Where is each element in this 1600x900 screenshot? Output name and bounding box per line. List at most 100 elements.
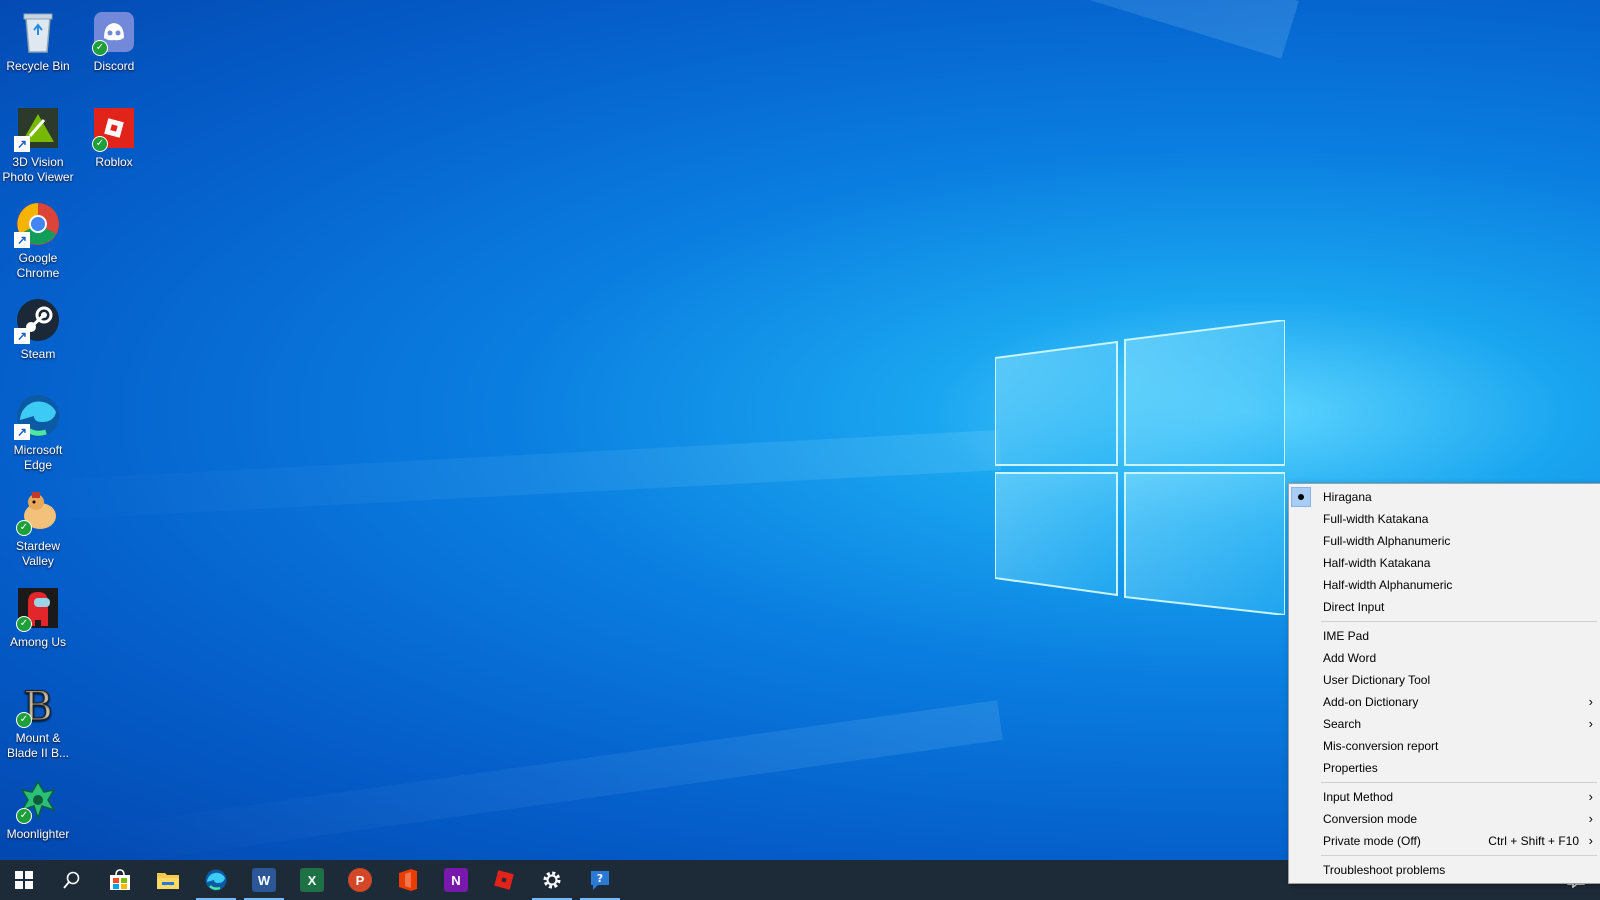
- menu-item-label: Input Method: [1323, 790, 1394, 804]
- desktop-icon-roblox[interactable]: ✓ Roblox: [76, 104, 152, 170]
- menu-item-label: Hiragana: [1323, 490, 1372, 504]
- menu-separator: [1321, 782, 1597, 783]
- menu-item-label: User Dictionary Tool: [1323, 673, 1431, 687]
- desktop-icon-label: Discord: [93, 59, 135, 73]
- stardew-valley-icon: ✓: [14, 488, 62, 536]
- taskbar-app-get-help[interactable]: ?: [576, 860, 624, 900]
- desktop-icon-label: Steam: [20, 347, 56, 361]
- start-button[interactable]: [0, 860, 48, 900]
- taskbar-app-office[interactable]: [384, 860, 432, 900]
- taskbar-app-settings[interactable]: [528, 860, 576, 900]
- taskbar-app-onenote[interactable]: N: [432, 860, 480, 900]
- desktop-icon-label: Google Chrome: [16, 251, 60, 280]
- taskbar-app-powerpoint[interactable]: P: [336, 860, 384, 900]
- menu-item-hiragana[interactable]: Hiragana: [1289, 486, 1600, 508]
- menu-item-label: Direct Input: [1323, 600, 1385, 614]
- recycle-bin-icon: [14, 8, 62, 56]
- steam-icon: ↗: [14, 296, 62, 344]
- light-beam: [86, 700, 1003, 860]
- taskbar-search-button[interactable]: [48, 860, 96, 900]
- desktop-icon-recycle-bin[interactable]: Recycle Bin: [0, 8, 76, 74]
- ime-context-menu: Hiragana Full-width Katakana Full-width …: [1288, 483, 1600, 884]
- menu-item-input-method[interactable]: Input Method ›: [1289, 786, 1600, 808]
- office-icon: [399, 869, 417, 891]
- chevron-right-icon: ›: [1588, 694, 1593, 709]
- radio-selected-icon: [1291, 487, 1311, 507]
- menu-item-add-word[interactable]: Add Word: [1289, 647, 1600, 669]
- sync-check-icon: ✓: [16, 808, 32, 824]
- menu-item-private-mode[interactable]: Private mode (Off) Ctrl + Shift + F10 ›: [1289, 830, 1600, 852]
- menu-item-add-on-dictionary[interactable]: Add-on Dictionary ›: [1289, 691, 1600, 713]
- excel-icon: X: [300, 868, 324, 892]
- menu-item-label: Mis-conversion report: [1323, 739, 1439, 753]
- desktop-icon-label: 3D Vision Photo Viewer: [2, 155, 74, 184]
- desktop-icon-label: Among Us: [9, 635, 67, 649]
- taskbar-app-edge[interactable]: [192, 860, 240, 900]
- sync-check-icon: ✓: [92, 136, 108, 152]
- sync-check-icon: ✓: [16, 616, 32, 632]
- menu-item-label: IME Pad: [1323, 629, 1370, 643]
- taskbar-app-file-explorer[interactable]: [144, 860, 192, 900]
- menu-item-half-width-alphanumeric[interactable]: Half-width Alphanumeric: [1289, 574, 1600, 596]
- desktop-icon-label: Microsoft Edge: [13, 443, 63, 472]
- menu-item-search[interactable]: Search ›: [1289, 713, 1600, 735]
- desktop-icon-label: Moonlighter: [6, 827, 70, 841]
- chevron-right-icon: ›: [1588, 833, 1593, 848]
- desktop-icon-label: Recycle Bin: [6, 59, 70, 73]
- menu-item-shortcut: Ctrl + Shift + F10: [1488, 834, 1579, 848]
- windows-logo-wallpaper: [995, 320, 1285, 615]
- menu-item-direct-input[interactable]: Direct Input: [1289, 596, 1600, 618]
- menu-item-full-width-katakana[interactable]: Full-width Katakana: [1289, 508, 1600, 530]
- menu-item-troubleshoot-problems[interactable]: Troubleshoot problems: [1289, 859, 1600, 881]
- menu-separator: [1321, 621, 1597, 622]
- search-icon: [63, 871, 80, 889]
- desktop-icon-steam[interactable]: ↗ Steam: [0, 296, 76, 362]
- taskbar-app-word[interactable]: W: [240, 860, 288, 900]
- light-beam: [191, 0, 1299, 59]
- desktop-icon-discord[interactable]: ✓ Discord: [76, 8, 152, 74]
- menu-item-full-width-alphanumeric[interactable]: Full-width Alphanumeric: [1289, 530, 1600, 552]
- light-beam: [0, 430, 1002, 523]
- shortcut-arrow-icon: ↗: [14, 232, 30, 248]
- onenote-icon: N: [444, 868, 468, 892]
- desktop-icon-moonlighter[interactable]: ✓ Moonlighter: [0, 776, 76, 842]
- word-icon: W: [252, 868, 276, 892]
- menu-item-label: Search: [1323, 717, 1362, 731]
- menu-item-label: Add-on Dictionary: [1323, 695, 1419, 709]
- menu-item-mis-conversion-report[interactable]: Mis-conversion report: [1289, 735, 1600, 757]
- menu-item-label: Half-width Katakana: [1323, 556, 1431, 570]
- menu-item-half-width-katakana[interactable]: Half-width Katakana: [1289, 552, 1600, 574]
- desktop-icon-3d-vision-photo-viewer[interactable]: ↗ 3D Vision Photo Viewer: [0, 104, 76, 185]
- taskbar-app-excel[interactable]: X: [288, 860, 336, 900]
- menu-item-user-dictionary-tool[interactable]: User Dictionary Tool: [1289, 669, 1600, 691]
- roblox-icon: [494, 870, 514, 890]
- desktop-icon-google-chrome[interactable]: ↗ Google Chrome: [0, 200, 76, 281]
- menu-item-properties[interactable]: Properties: [1289, 757, 1600, 779]
- menu-item-label: Full-width Katakana: [1323, 512, 1429, 526]
- menu-item-label: Private mode (Off): [1323, 834, 1421, 848]
- chevron-right-icon: ›: [1588, 811, 1593, 826]
- menu-item-label: Properties: [1323, 761, 1378, 775]
- edge-icon: [205, 869, 227, 891]
- menu-item-label: Full-width Alphanumeric: [1323, 534, 1451, 548]
- taskbar-app-roblox[interactable]: [480, 860, 528, 900]
- edge-icon: ↗: [14, 392, 62, 440]
- desktop-icon-mount-and-blade[interactable]: B ✓ Mount & Blade II B...: [0, 680, 76, 761]
- mount-and-blade-icon: B ✓: [14, 680, 62, 731]
- menu-separator: [1321, 855, 1597, 856]
- sync-check-icon: ✓: [92, 40, 108, 56]
- 3d-vision-icon: ↗: [14, 104, 62, 152]
- desktop-icon-microsoft-edge[interactable]: ↗ Microsoft Edge: [0, 392, 76, 473]
- roblox-icon: ✓: [90, 104, 138, 152]
- desktop-icon-stardew-valley[interactable]: ✓ Stardew Valley: [0, 488, 76, 569]
- menu-item-label: Troubleshoot problems: [1323, 863, 1446, 877]
- desktop-icon-among-us[interactable]: ✓ Among Us: [0, 584, 76, 650]
- svg-text:?: ?: [597, 872, 603, 885]
- desktop-icon-label: Mount & Blade II B...: [6, 731, 70, 760]
- menu-item-ime-pad[interactable]: IME Pad: [1289, 625, 1600, 647]
- chrome-icon: ↗: [14, 200, 62, 248]
- microsoft-store-icon: [110, 869, 130, 890]
- menu-item-conversion-mode[interactable]: Conversion mode ›: [1289, 808, 1600, 830]
- help-icon: ?: [591, 871, 609, 890]
- taskbar-app-store[interactable]: [96, 860, 144, 900]
